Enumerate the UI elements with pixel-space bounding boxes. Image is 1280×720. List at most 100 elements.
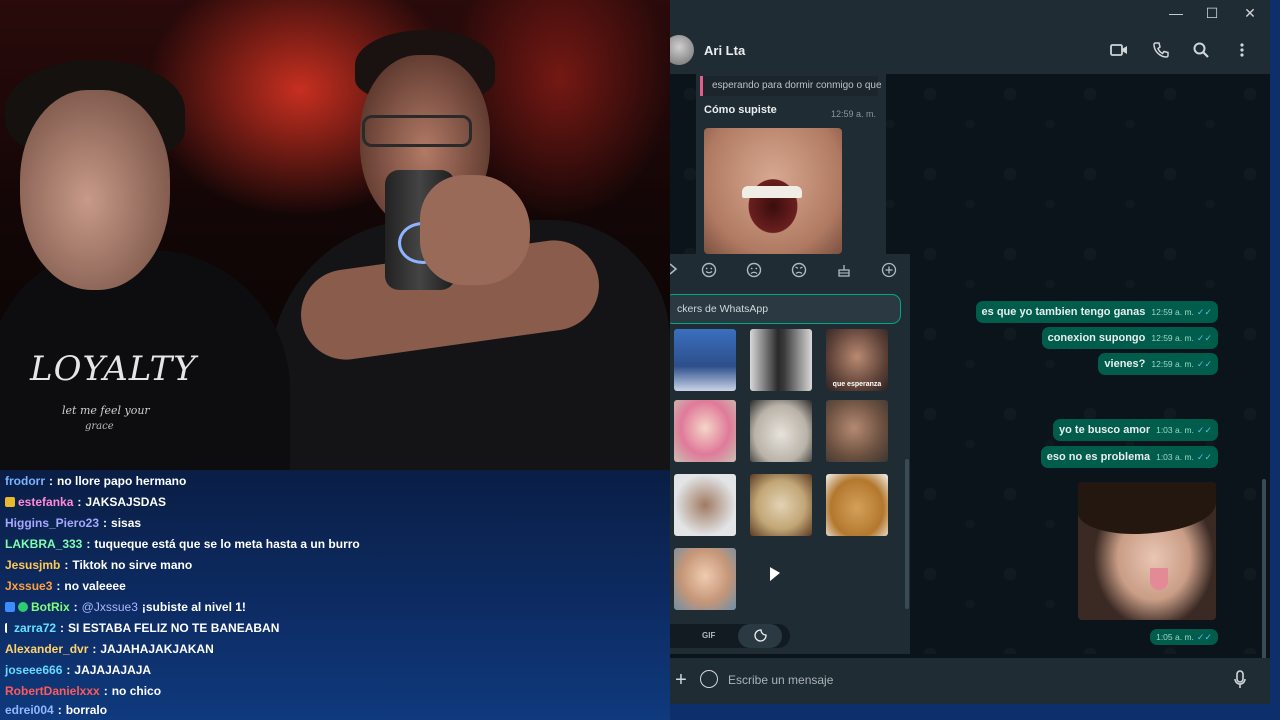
sad-icon[interactable] — [745, 262, 763, 280]
attach-icon[interactable]: + — [672, 669, 690, 691]
voice-call-icon[interactable] — [1150, 39, 1172, 61]
chat-username: frodorr — [5, 473, 45, 488]
close-button[interactable]: ✕ — [1232, 0, 1268, 28]
sticker-panel-scrollbar[interactable] — [905, 459, 909, 609]
sticker-image[interactable] — [704, 128, 842, 254]
message-input[interactable] — [728, 668, 1208, 692]
message-text: yo te busco amor — [1059, 424, 1151, 436]
conversation-pane[interactable]: esperando para dormir conmigo o que Cómo… — [670, 74, 1270, 704]
sticker[interactable] — [826, 474, 888, 536]
image-message-footer: 1:05 a. m. ✓✓ — [1150, 629, 1218, 645]
outgoing-message[interactable]: yo te busco amor 1:03 a. m. ✓✓ — [1053, 419, 1218, 441]
message-time: 12:59 a. m. — [1151, 359, 1194, 369]
bot-badge-icon — [5, 601, 15, 612]
quoted-text: esperando para dormir conmigo o que — [712, 80, 882, 91]
tab-gif[interactable]: GIF — [702, 631, 715, 640]
chat-text: sisas — [111, 515, 142, 530]
chat-message: zarra72: SI ESTABA FELIZ NO TE BANEABAN — [5, 617, 279, 638]
message-time: 12:59 a. m. — [1151, 307, 1194, 317]
chat-text: JAKSAJSDAS — [85, 494, 167, 509]
outgoing-message[interactable]: eso no es problema 1:03 a. m. ✓✓ — [1040, 446, 1218, 468]
chat-message: Higgins_Piero23: sisas — [5, 515, 142, 530]
chat-text: Tiktok no sirve mano — [72, 557, 193, 572]
chat-text: ¡subiste al nivel 1! — [141, 599, 246, 614]
read-receipt-icon: ✓✓ — [1196, 631, 1212, 642]
add-icon[interactable] — [880, 262, 898, 280]
photo-detail — [1150, 568, 1168, 590]
chat-message: RobertDanielxxx: no chico — [5, 683, 162, 698]
chat-message: LAKBRA_333: tuqueque está que se lo meta … — [5, 536, 360, 551]
cake-icon[interactable] — [835, 262, 853, 280]
chat-username: edrei004 — [5, 702, 54, 717]
smile-icon[interactable] — [700, 262, 718, 280]
angry-icon[interactable] — [790, 262, 808, 280]
chat-username: LAKBRA_333 — [5, 536, 83, 551]
message-time: 12:59 a. m. — [1151, 333, 1194, 343]
chat-header[interactable]: Ari Lta — [670, 28, 1270, 74]
chat-username: RobertDanielxxx — [5, 683, 100, 698]
sticker[interactable] — [674, 400, 736, 462]
message-time: 1:05 a. m. — [1156, 632, 1194, 642]
shirt-text-2: grace — [85, 421, 114, 432]
outgoing-message[interactable]: vienes? 12:59 a. m. ✓✓ — [1098, 353, 1218, 375]
tab-stickers[interactable] — [738, 624, 782, 648]
chat-username: Jxssue3 — [5, 578, 53, 593]
sticker[interactable] — [674, 329, 736, 391]
maximize-button[interactable]: ☐ — [1194, 0, 1230, 28]
chat-message: frodorr: no llore papo hermano — [5, 473, 187, 488]
sticker-toggle-icon[interactable] — [700, 670, 718, 688]
sticker[interactable]: que esperanza — [826, 329, 888, 391]
message-text: vienes? — [1104, 358, 1146, 370]
chat-message: Jxssue3: no valeeee — [5, 578, 126, 593]
chat-username: BotRix — [31, 599, 70, 614]
sticker[interactable] — [750, 474, 812, 536]
sticker-search-input[interactable]: ckers de WhatsApp — [670, 294, 901, 324]
glasses — [362, 115, 472, 147]
video-call-icon[interactable] — [1108, 39, 1130, 61]
sticker[interactable] — [674, 548, 736, 610]
sticker[interactable] — [750, 400, 812, 462]
avatar[interactable] — [670, 35, 694, 65]
message-time: 1:03 a. m. — [1156, 425, 1194, 435]
chat-message: joseee666: JAJAJAJAJA — [5, 662, 152, 677]
message-time: 1:03 a. m. — [1156, 452, 1194, 462]
sticker[interactable] — [750, 329, 812, 391]
flag-badge-icon — [5, 622, 11, 633]
chat-message: estefanka: JAKSAJSDAS — [5, 491, 166, 512]
outgoing-message[interactable]: es que yo tambien tengo ganas 12:59 a. m.… — [975, 301, 1218, 323]
sticker[interactable] — [826, 400, 888, 462]
chat-text: JAJAJAJAJA — [74, 662, 152, 677]
incoming-message[interactable]: esperando para dormir conmigo o que Cómo… — [696, 74, 886, 260]
chat-text: JAJAHAJAKJAKAN — [100, 641, 214, 656]
shirt-logo: LOYALTY — [30, 349, 197, 389]
sticker[interactable] — [674, 474, 736, 536]
search-icon[interactable] — [1190, 39, 1212, 61]
chat-mention: @Jxssue3 — [81, 599, 138, 614]
chat-username: Higgins_Piero23 — [5, 515, 100, 530]
desktop-background — [670, 704, 1280, 720]
chat-username: Jesusjmb — [5, 557, 61, 572]
quoted-reply[interactable]: esperando para dormir conmigo o que — [700, 76, 882, 96]
minimize-button[interactable]: — — [1158, 0, 1194, 28]
search-placeholder: ckers de WhatsApp — [677, 303, 769, 315]
chat-message: edrei004: borralo — [5, 702, 108, 717]
chat-text: no chico — [111, 683, 162, 698]
message-time: 12:59 a. m. — [830, 109, 876, 119]
microphone-icon[interactable] — [1234, 670, 1246, 690]
chat-text: SI ESTABA FELIZ NO TE BANEABAN — [68, 620, 280, 635]
message-text: Cómo supiste — [704, 104, 777, 116]
contact-name[interactable]: Ari Lta — [704, 43, 745, 58]
image-message[interactable] — [1078, 482, 1216, 620]
chat-message: Alexander_dvr: JAJAHAJAKJAKAN — [5, 641, 214, 656]
chat-text: no llore papo hermano — [57, 473, 187, 488]
message-text: eso no es problema — [1046, 451, 1151, 463]
chat-text: no valeeee — [64, 578, 126, 593]
title-bar: — ☐ ✕ — [670, 0, 1270, 28]
outgoing-message[interactable]: conexion supongo 12:59 a. m. ✓✓ — [1041, 327, 1218, 349]
category-partial-icon[interactable] — [670, 262, 682, 280]
chat-text: tuqueque está que se lo meta hasta a un … — [94, 536, 360, 551]
desktop-background — [1270, 0, 1280, 720]
more-options-icon[interactable] — [1231, 39, 1253, 61]
sticker-detail — [742, 186, 802, 198]
sticker-categories — [670, 262, 910, 282]
